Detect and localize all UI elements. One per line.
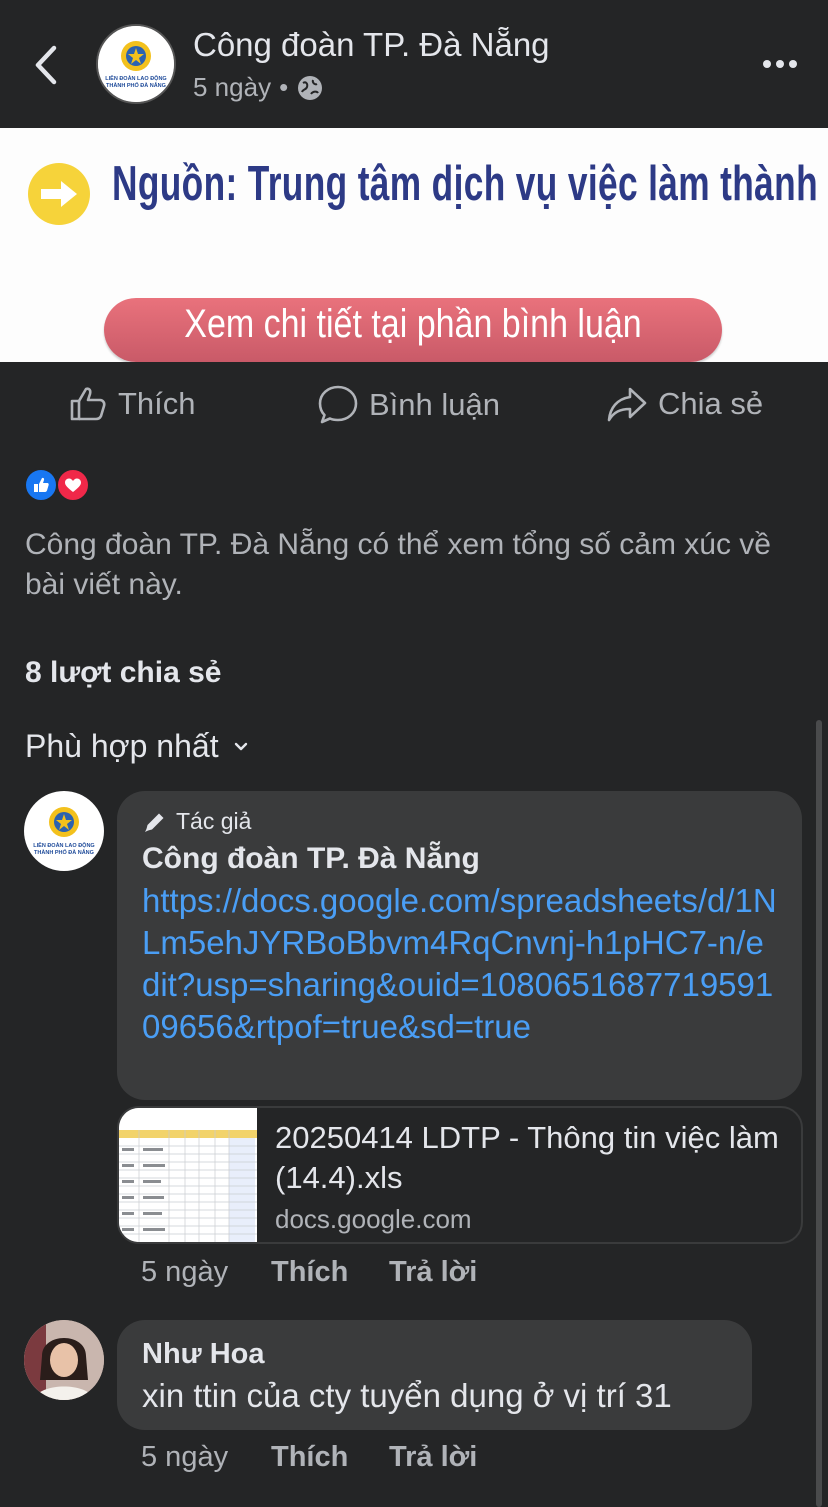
post-meta: 5 ngày • — [193, 72, 324, 103]
banner-source-text: Nguồn: Trung tâm dịch vụ việc làm thành … — [112, 157, 828, 211]
reaction-icons[interactable] — [24, 468, 90, 502]
thumbs-up-icon — [70, 387, 106, 421]
banner-pill: Xem chi tiết tại phần bình luận — [104, 298, 722, 362]
link-preview-card[interactable]: 20250414 LDTP - Thông tin việc làm (14.4… — [117, 1106, 803, 1244]
link-preview-domain: docs.google.com — [275, 1204, 472, 1234]
comment-text: xin ttin của cty tuyển dụng ở vị trí 31 — [142, 1377, 672, 1414]
comment-actions: 5 ngày Thích Trả lời — [141, 1256, 477, 1289]
svg-text:THÀNH PHỐ ĐÀ NẴNG: THÀNH PHỐ ĐÀ NẴNG — [34, 849, 94, 856]
page-name[interactable]: Công đoàn TP. Đà Nẵng — [193, 26, 550, 64]
svg-text:LIÊN ĐOÀN LAO ĐỘNG: LIÊN ĐOÀN LAO ĐỘNG — [105, 74, 166, 82]
comment-time[interactable]: 5 ngày — [141, 1256, 271, 1289]
banner-pill-text: Xem chi tiết tại phần bình luận — [184, 302, 642, 346]
comment-author[interactable]: Như Hoa — [142, 1338, 265, 1371]
author-badge: Tác giả — [142, 808, 251, 835]
post-action-bar: Thích Bình luận Chia sẻ — [0, 362, 828, 448]
scrollbar[interactable] — [816, 720, 822, 1507]
love-reaction-icon — [56, 468, 90, 502]
comment-reply-button[interactable]: Trả lời — [389, 1256, 477, 1289]
share-arrow-icon — [607, 387, 647, 422]
link-preview-title: 20250414 LDTP - Thông tin việc làm (14.4… — [275, 1120, 779, 1195]
comment-time[interactable]: 5 ngày — [141, 1441, 271, 1474]
like-label: Thích — [118, 386, 196, 421]
commenter-avatar[interactable] — [24, 1320, 104, 1400]
arrow-right-icon — [28, 163, 90, 225]
like-button[interactable]: Thích — [68, 384, 196, 424]
post-header: LIÊN ĐOÀN LAO ĐỘNG THÀNH PHỐ ĐÀ NẴNG Côn… — [0, 0, 828, 128]
comment-actions: 5 ngày Thích Trả lời — [141, 1441, 477, 1474]
share-button[interactable]: Chia sẻ — [606, 384, 763, 424]
post-image[interactable]: Nguồn: Trung tâm dịch vụ việc làm thành … — [0, 128, 828, 362]
globe-icon — [298, 75, 323, 100]
comment-like-button[interactable]: Thích — [271, 1256, 389, 1289]
svg-text:THÀNH PHỐ ĐÀ NẴNG: THÀNH PHỐ ĐÀ NẴNG — [106, 82, 166, 89]
pen-icon — [145, 813, 164, 832]
comment-reply-button[interactable]: Trả lời — [389, 1441, 477, 1474]
share-count[interactable]: 8 lượt chia sẻ — [25, 656, 221, 690]
author-badge-label: Tác giả — [176, 808, 252, 834]
comment-button[interactable]: Bình luận — [317, 384, 500, 426]
comment-bubble-icon — [318, 385, 358, 424]
chevron-down-icon — [234, 742, 247, 750]
union-logo-icon: LIÊN ĐOÀN LAO ĐỘNG THÀNH PHỐ ĐÀ NẴNG — [98, 26, 174, 102]
spreadsheet-thumbnail — [119, 1108, 257, 1242]
svg-text:LIÊN ĐOÀN LAO ĐỘNG: LIÊN ĐOÀN LAO ĐỘNG — [33, 841, 94, 849]
comment-sort-dropdown[interactable]: Phù hợp nhất — [25, 728, 249, 765]
page-avatar[interactable]: LIÊN ĐOÀN LAO ĐỘNG THÀNH PHỐ ĐÀ NẴNG — [96, 24, 176, 104]
commenter-avatar[interactable]: LIÊN ĐOÀN LAO ĐỘNG THÀNH PHỐ ĐÀ NẴNG — [24, 791, 104, 871]
comment-label: Bình luận — [369, 387, 500, 422]
comment-author[interactable]: Công đoàn TP. Đà Nẵng — [142, 842, 480, 876]
more-options-icon[interactable] — [760, 50, 800, 78]
like-reaction-icon — [24, 468, 58, 502]
comment-link[interactable]: https://docs.google.com/spreadsheets/d/1… — [142, 880, 782, 1048]
user-photo-icon — [24, 1320, 104, 1400]
back-arrow-icon[interactable] — [28, 40, 68, 90]
sort-label: Phù hợp nhất — [25, 728, 219, 764]
comment-like-button[interactable]: Thích — [271, 1441, 389, 1474]
union-logo-icon: LIÊN ĐOÀN LAO ĐỘNG THÀNH PHỐ ĐÀ NẴNG — [33, 807, 95, 856]
reaction-summary-text: Công đoàn TP. Đà Nẵng có thể xem tổng số… — [25, 528, 771, 601]
post-time[interactable]: 5 ngày — [193, 72, 271, 103]
share-label: Chia sẻ — [658, 386, 764, 421]
meta-separator: • — [279, 72, 289, 102]
